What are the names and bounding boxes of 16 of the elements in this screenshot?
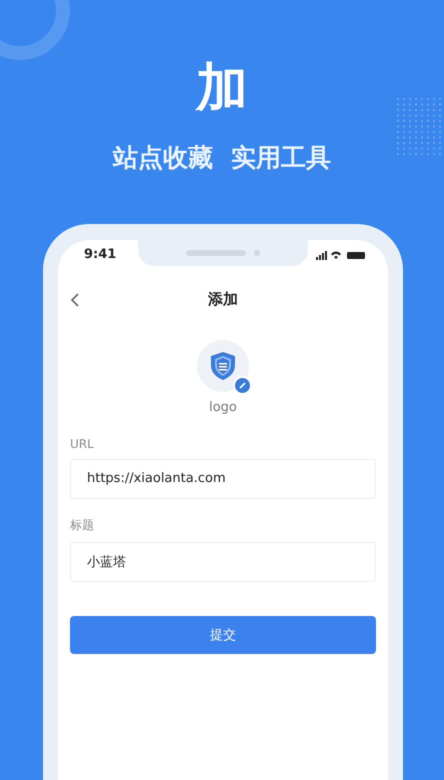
back-chevron-icon: [70, 292, 80, 308]
status-icons: [316, 250, 368, 260]
pencil-icon: [239, 382, 246, 388]
input-field[interactable]: 小蓝塔: [70, 542, 376, 582]
field-label: 标题: [70, 516, 95, 534]
page-title: 添加: [208, 290, 238, 309]
input-field[interactable]: https://xiaolanta.com: [70, 458, 376, 498]
field-label: URL: [70, 436, 95, 450]
shield-icon: [210, 350, 236, 380]
hero-tagline: 实用工具: [231, 144, 331, 172]
status-time: 9:41: [84, 247, 116, 262]
hero-title: 加: [196, 62, 248, 114]
logo-caption: logo: [209, 400, 237, 414]
hero-tagline: 站点收藏: [113, 144, 213, 172]
dot-pattern-decoration: [394, 95, 444, 157]
submit-button[interactable]: 提交: [70, 616, 376, 654]
